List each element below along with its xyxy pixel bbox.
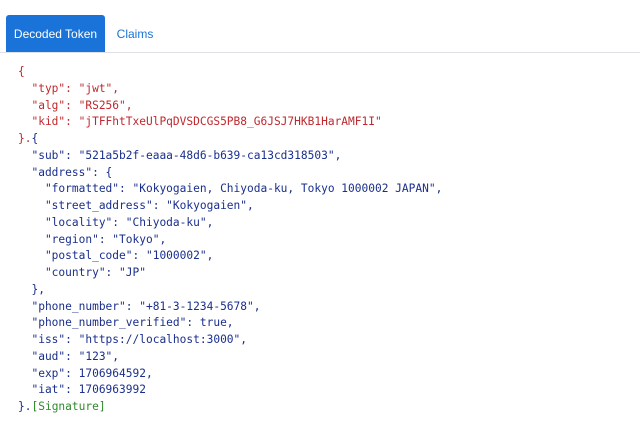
payload-line: "phone_number": "+81-3-1234-5678",	[18, 299, 261, 313]
payload-line: "iat": 1706963992	[18, 383, 146, 397]
payload-line: "exp": 1706964592,	[18, 366, 153, 380]
payload-line: "formatted": "Kokyogaien, Chiyoda-ku, To…	[18, 182, 443, 196]
header-line: {	[18, 65, 25, 78]
payload-line: "region": "Tokyo",	[18, 232, 167, 246]
header-line: "typ": "jwt",	[18, 81, 120, 95]
token-panel: { "typ": "jwt", "alg": "RS256", "kid": "…	[0, 53, 640, 432]
payload-line: "sub": "521a5b2f-eaaa-48d6-b639-ca13cd31…	[18, 148, 342, 162]
signature-placeholder: [Signature]	[31, 400, 106, 413]
token-code-block: { "typ": "jwt", "alg": "RS256", "kid": "…	[18, 64, 442, 416]
payload-line: "aud": "123",	[18, 349, 120, 363]
payload-line: "country": "JP"	[18, 266, 146, 279]
tab-claims[interactable]: Claims	[105, 15, 165, 52]
header-line: "kid": "jTFFhtTxeUlPqDVSDCGS5PB8_G6JSJ7H…	[18, 115, 382, 129]
payload-line: {	[31, 132, 39, 145]
payload-line: "locality": "Chiyoda-ku",	[18, 215, 214, 229]
payload-line: "iss": "https://localhost:3000",	[18, 333, 248, 346]
header-line: "alg": "RS256",	[18, 98, 133, 112]
payload-line: "phone_number_verified": true,	[18, 316, 234, 330]
header-close: }.	[18, 132, 32, 145]
payload-line: "postal_code": "1000002",	[18, 249, 214, 263]
decoded-token-viewer: Decoded Token Claims { "typ": "jwt", "al…	[0, 0, 640, 432]
payload-line: },	[18, 282, 45, 296]
payload-close: }.	[18, 400, 32, 413]
payload-line: "street_address": "Kokyogaien",	[18, 199, 254, 212]
tab-bar: Decoded Token Claims	[0, 15, 640, 53]
tab-decoded-token[interactable]: Decoded Token	[6, 15, 105, 52]
payload-line: "address": {	[18, 165, 113, 179]
